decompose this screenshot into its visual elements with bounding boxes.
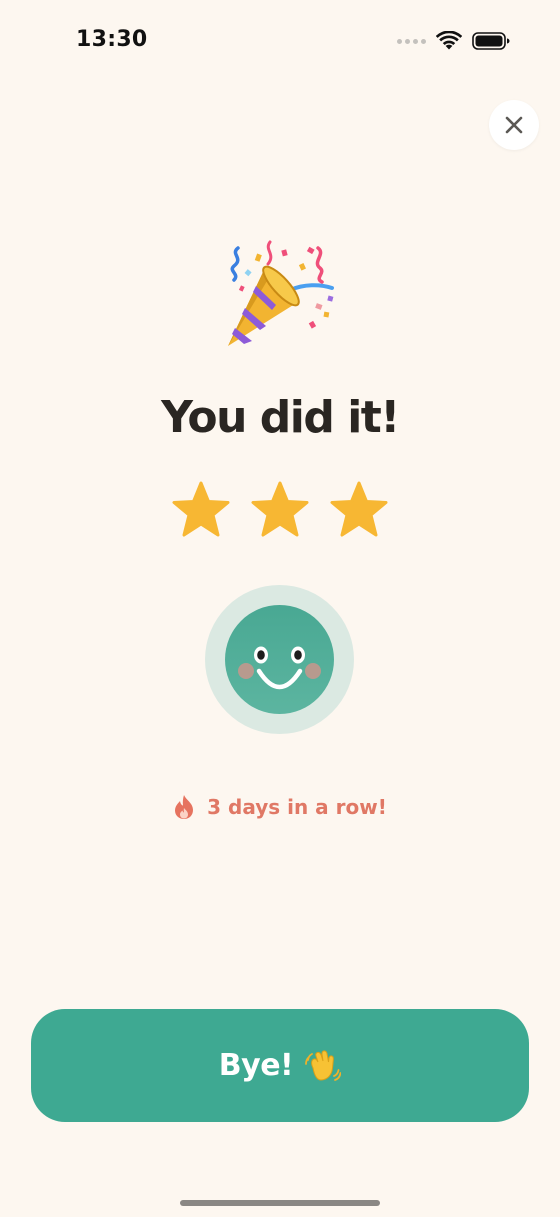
page-title: You did it! xyxy=(161,392,400,443)
mascot-avatar xyxy=(205,585,354,734)
status-bar: 13:30 xyxy=(0,0,560,84)
fire-icon xyxy=(175,795,194,819)
wifi-icon xyxy=(436,31,462,50)
star-icon xyxy=(330,481,388,537)
waving-hand-icon xyxy=(305,1049,342,1081)
cellular-dots-icon xyxy=(397,38,426,44)
party-popper-icon xyxy=(228,240,334,346)
smiley-face-icon xyxy=(225,605,334,714)
battery-icon xyxy=(472,32,510,50)
close-button[interactable] xyxy=(489,100,539,150)
status-icons xyxy=(397,30,510,52)
streak-text: 3 days in a row! xyxy=(207,795,387,819)
bye-button[interactable]: Bye! xyxy=(31,1009,529,1122)
star-icon xyxy=(251,481,309,537)
star-rating xyxy=(170,480,390,540)
home-indicator[interactable] xyxy=(180,1200,380,1206)
star-icon xyxy=(172,481,230,537)
streak-banner: 3 days in a row! xyxy=(0,794,560,820)
status-time: 13:30 xyxy=(76,27,148,52)
close-icon xyxy=(505,116,523,134)
bye-button-label: Bye! xyxy=(218,1048,294,1083)
